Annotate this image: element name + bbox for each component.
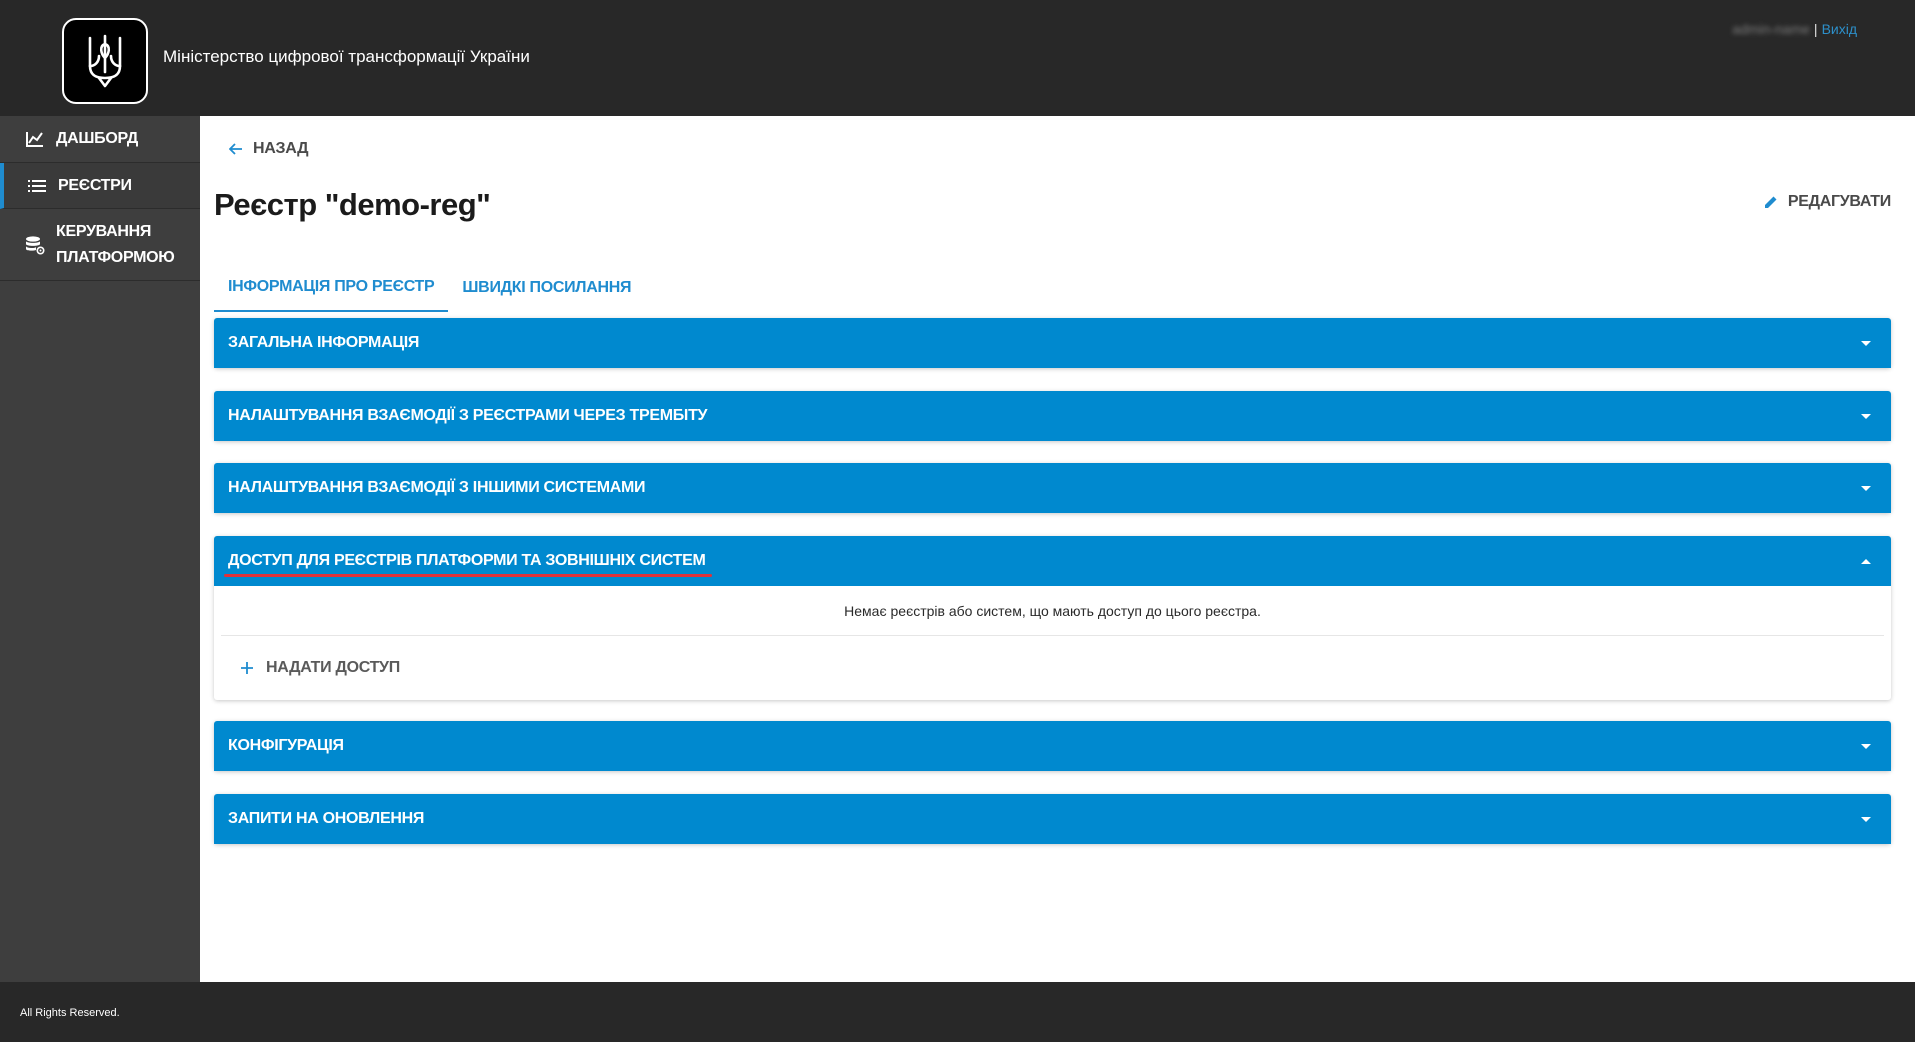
sidebar: Дашборд Реєстри Керування платфор — [0, 116, 200, 982]
logout-link[interactable]: Вихід — [1822, 21, 1857, 37]
panel-title: Доступ для реєстрів платформи та зовнішн… — [224, 552, 712, 577]
panel-body: Немає реєстрів або систем, що мають дост… — [214, 586, 1891, 700]
coat-of-arms-logo[interactable] — [62, 18, 148, 104]
sidebar-item-dashboard[interactable]: Дашборд — [0, 116, 200, 163]
arrow-left-icon — [229, 143, 242, 155]
empty-state-message: Немає реєстрів або систем, що мають дост… — [221, 586, 1884, 636]
page-title: Реєстр "demo-reg" — [214, 187, 491, 222]
panel-header[interactable]: Запити на оновлення — [214, 794, 1891, 844]
grant-access-label: Надати доступ — [266, 659, 400, 676]
list-icon — [26, 175, 48, 197]
sidebar-item-label: Реєстри — [58, 176, 132, 194]
panel-header[interactable]: Налаштування взаємодії з іншими системам… — [214, 463, 1891, 513]
panel-access-for-registries: Доступ для реєстрів платформи та зовнішн… — [214, 536, 1891, 700]
panel-title: Конфігурація — [228, 737, 344, 754]
chart-icon — [24, 128, 46, 150]
panel-update-requests: Запити на оновлення — [214, 794, 1891, 844]
sidebar-item-label: Керування платформою — [56, 222, 175, 266]
panel-header[interactable]: Конфігурація — [214, 721, 1891, 771]
panel-header[interactable]: Налаштування взаємодії з реєстрами через… — [214, 391, 1891, 441]
app-header: Міністерство цифрової трансформації Укра… — [0, 0, 1915, 116]
panel-header[interactable]: Загальна інформація — [214, 318, 1891, 368]
panel-title: Налаштування взаємодії з реєстрами через… — [228, 407, 708, 424]
panel-header[interactable]: Доступ для реєстрів платформи та зовнішн… — [214, 536, 1891, 586]
panel-general-info: Загальна інформація — [214, 318, 1891, 368]
panel-configuration: Конфігурація — [214, 721, 1891, 771]
trident-icon — [88, 34, 122, 88]
main-content: Назад Реєстр "demo-reg" Редагувати Інфор… — [200, 116, 1915, 982]
sidebar-item-registries[interactable]: Реєстри — [0, 163, 200, 209]
chevron-down-icon — [1861, 413, 1871, 419]
sidebar-item-platform-management[interactable]: Керування платформою — [0, 209, 200, 281]
chevron-down-icon — [1861, 340, 1871, 346]
panel-trembita-settings: Налаштування взаємодії з реєстрами через… — [214, 391, 1891, 441]
chevron-down-icon — [1861, 743, 1871, 749]
back-button[interactable]: Назад — [229, 140, 308, 158]
user-name: admin-name — [1732, 21, 1810, 37]
edit-button[interactable]: Редагувати — [1764, 193, 1891, 211]
sidebar-item-label: Дашборд — [56, 130, 138, 147]
chevron-down-icon — [1861, 485, 1871, 491]
panel-title: Запити на оновлення — [228, 810, 425, 827]
edit-label: Редагувати — [1787, 193, 1891, 210]
copyright-text: All Rights Reserved. — [20, 1007, 120, 1019]
grant-access-button[interactable]: Надати доступ — [221, 636, 1884, 700]
tab-bar: Інформація про реєстр Швидкі посилання — [214, 264, 645, 312]
panel-other-systems-settings: Налаштування взаємодії з іншими системам… — [214, 463, 1891, 513]
plus-icon — [241, 662, 253, 674]
app-footer: All Rights Reserved. — [0, 982, 1915, 1042]
pencil-icon — [1764, 196, 1777, 208]
separator: | — [1813, 21, 1818, 37]
panel-title: Загальна інформація — [228, 334, 420, 351]
database-gear-icon — [24, 234, 46, 256]
chevron-up-icon — [1861, 558, 1871, 564]
panel-title: Налаштування взаємодії з іншими системам… — [228, 479, 646, 496]
tab-quick-links[interactable]: Швидкі посилання — [448, 264, 645, 312]
organization-name: Міністерство цифрової трансформації Укра… — [163, 47, 530, 66]
back-label: Назад — [253, 140, 309, 157]
user-area: admin-name | Вихід — [1732, 21, 1857, 37]
tab-registry-info[interactable]: Інформація про реєстр — [214, 264, 449, 312]
chevron-down-icon — [1861, 816, 1871, 822]
